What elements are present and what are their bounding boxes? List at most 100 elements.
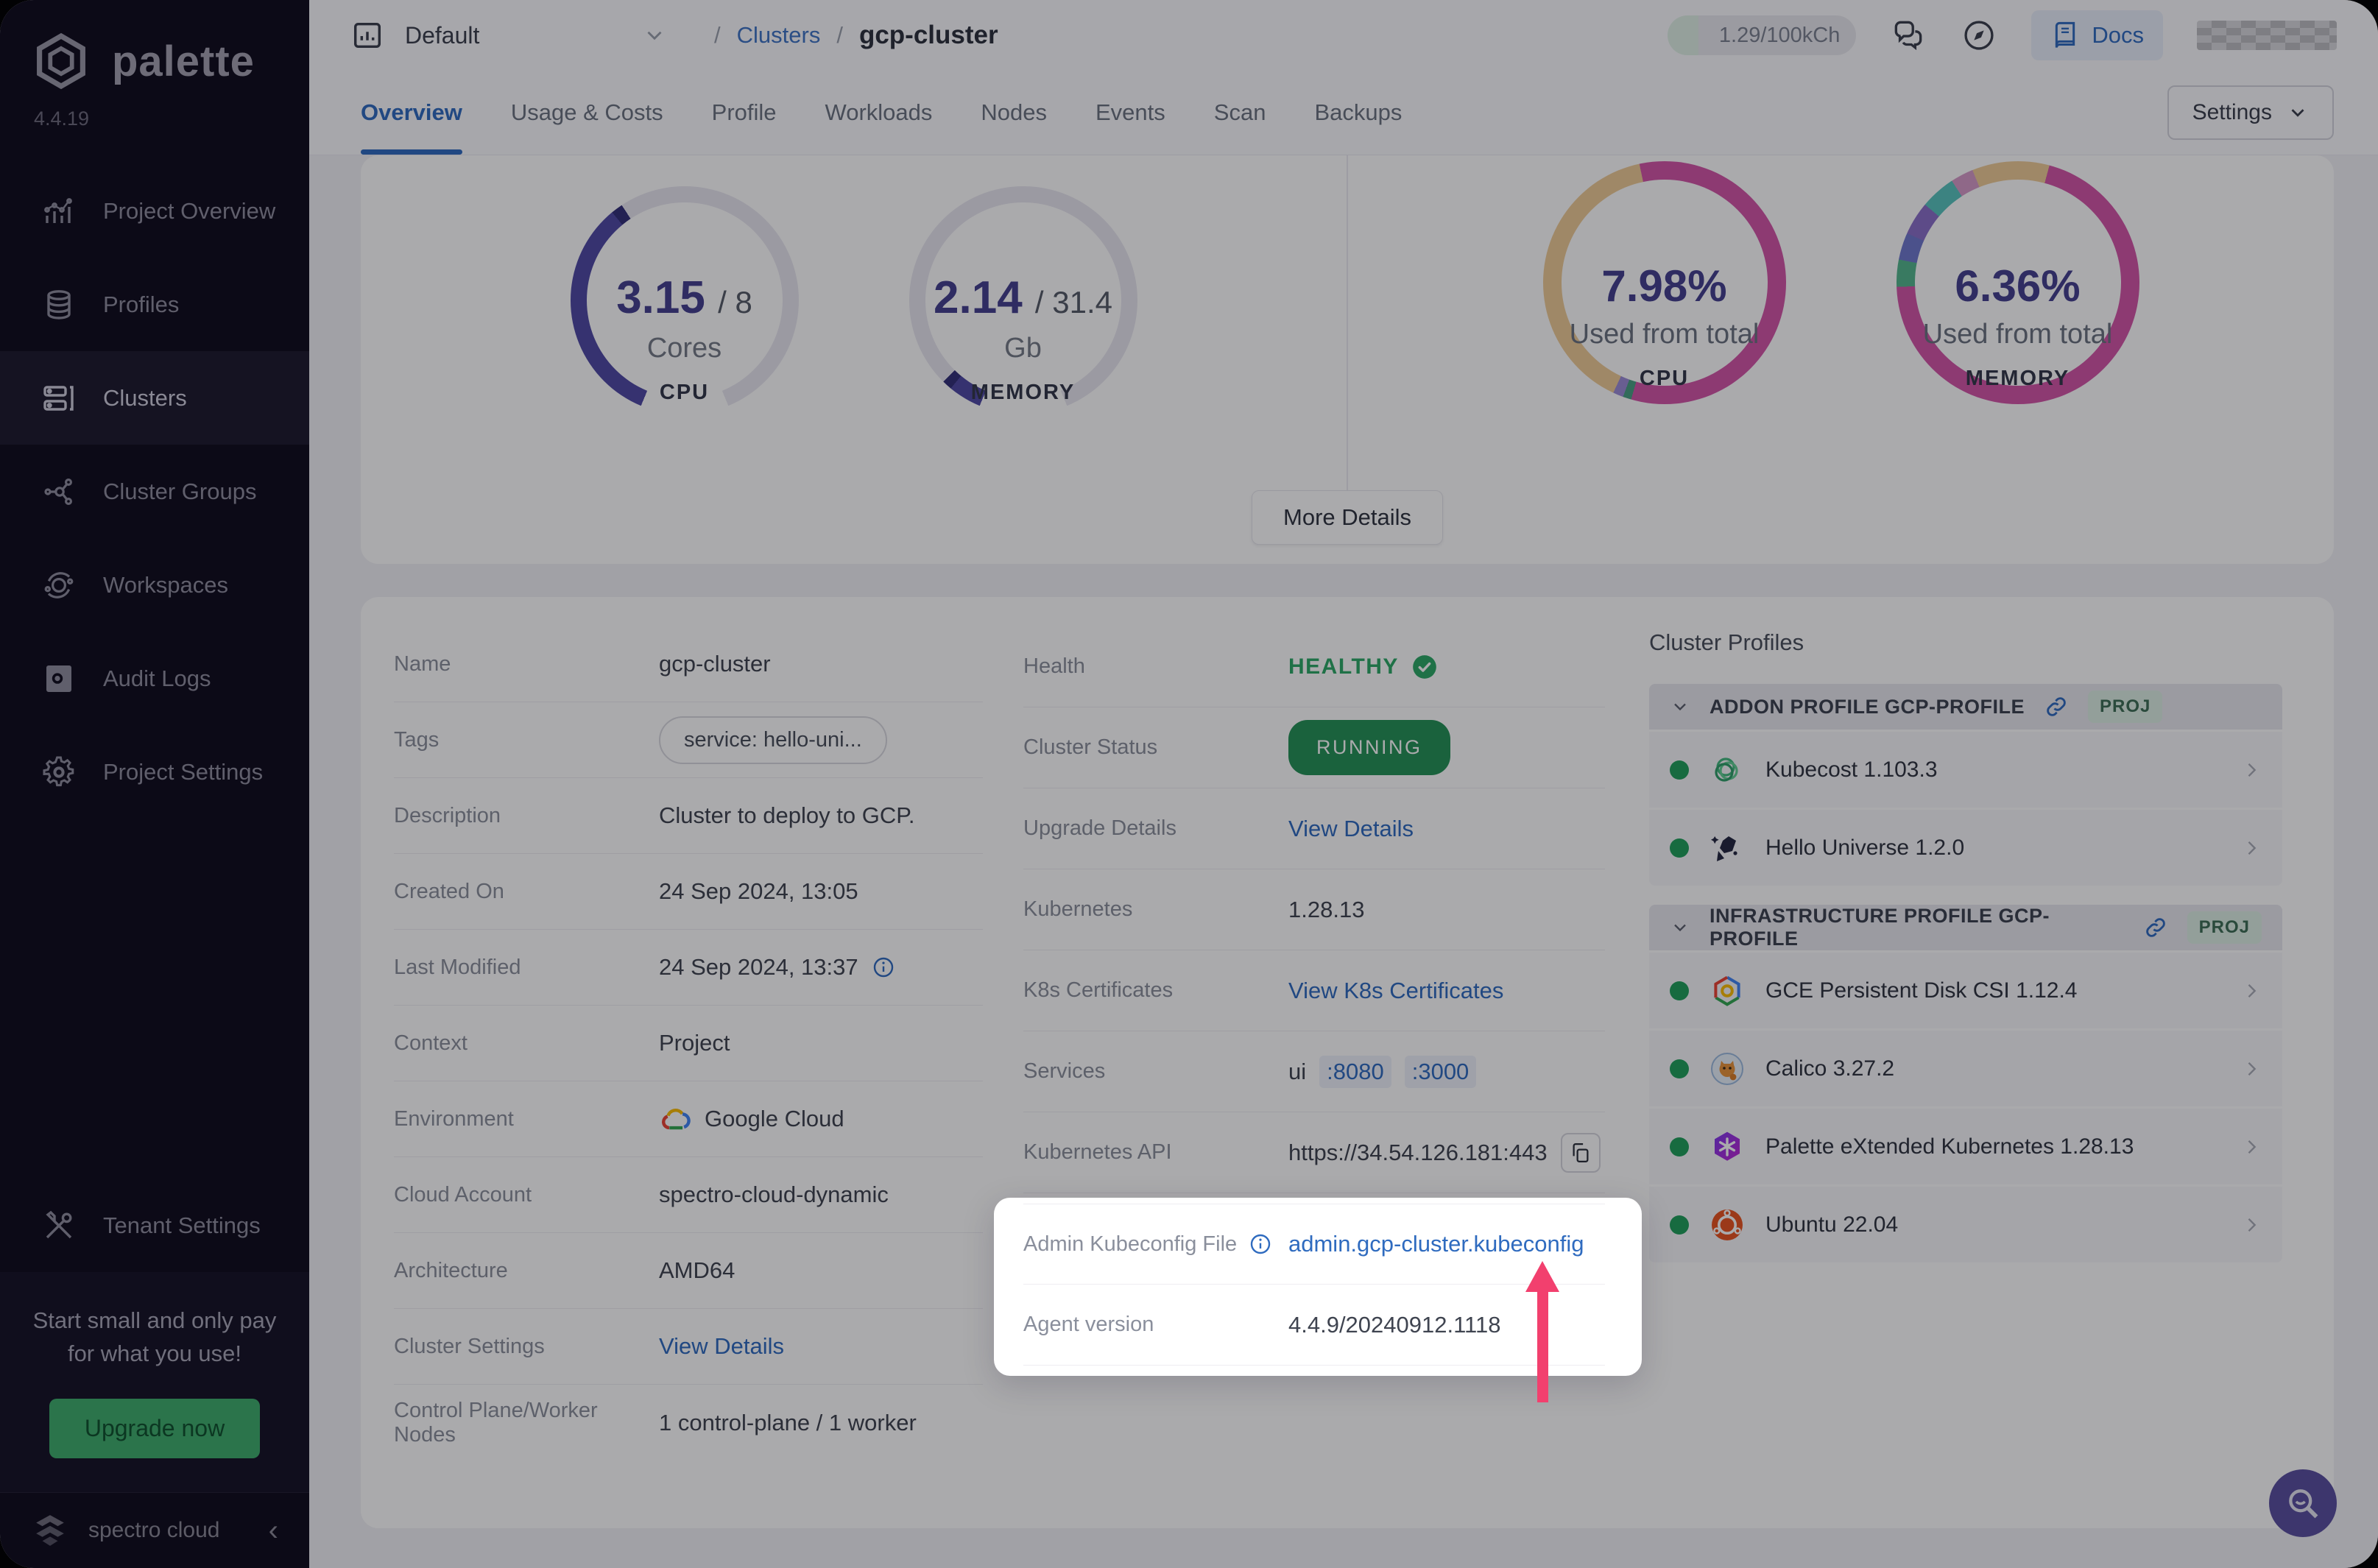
detail-value[interactable]: View Details (659, 1333, 784, 1360)
brand-name: palette (112, 37, 255, 86)
docs-button[interactable]: Docs (2031, 10, 2163, 60)
cpu-donut-caption: Used from total (1570, 319, 1760, 350)
tabs-bar: Overview Usage & Costs Profile Workloads Nod… (309, 71, 2378, 155)
footer-brand: spectro cloud (88, 1518, 219, 1543)
cpu-donut-label: CPU (1640, 367, 1689, 391)
sidebar-item-label: Project Settings (103, 759, 263, 785)
service-port-link[interactable]: :3000 (1405, 1056, 1477, 1088)
user-account-redacted[interactable] (2197, 21, 2337, 50)
profile-pack-row-kubecost-1-103-3[interactable]: Kubecost 1.103.3 (1649, 732, 2282, 808)
cpu-donut-text: 7.98% Used from total CPU (1543, 161, 1786, 490)
tab-nodes[interactable]: Nodes (981, 71, 1047, 155)
breadcrumb-clusters-link[interactable]: Clusters (737, 22, 821, 49)
sidebar-item-label: Clusters (103, 385, 187, 412)
check-circle-icon (1411, 653, 1439, 681)
detail-value: Project (659, 1030, 730, 1056)
detail-label: Kubernetes (1023, 897, 1132, 922)
detail-row-kubernetes: Kubernetes1.28.13 (1023, 869, 1605, 950)
promo-text: Start small and only pay for what you us… (25, 1304, 284, 1371)
pack-name: Hello Universe 1.2.0 (1765, 836, 1964, 861)
chevron-right-icon (2241, 981, 2262, 1001)
sidebar-item-audit-logs[interactable]: Audit Logs (0, 632, 309, 725)
tab-workloads[interactable]: Workloads (825, 71, 933, 155)
copy-button[interactable] (1561, 1133, 1601, 1173)
breadcrumb-separator: / (836, 22, 843, 49)
status-dot (1670, 1059, 1689, 1078)
usage-meter[interactable]: 1.29/100kCh (1668, 15, 1856, 55)
memory-used: 2.14 (934, 272, 1023, 323)
tab-overview[interactable]: Overview (361, 71, 462, 155)
profile-section-header[interactable]: INFRASTRUCTURE PROFILE GCP-PROFILEPROJ (1649, 905, 2282, 950)
tag-pill: service: hello-uni... (659, 716, 887, 764)
tab-profile[interactable]: Profile (712, 71, 777, 155)
palette-logo-icon (29, 29, 93, 93)
settings-label: Settings (2192, 100, 2272, 125)
cpu-used: 3.15 (616, 272, 705, 323)
sidebar-item-project-overview[interactable]: Project Overview (0, 164, 309, 258)
sidebar-bottom: Tenant Settings Start small and only pay… (0, 1179, 309, 1568)
more-details-button[interactable]: More Details (1252, 490, 1443, 545)
search-fab[interactable] (2269, 1469, 2337, 1537)
profile-pack-row-gce-persistent-disk-csi-1-12-4[interactable]: GCE Persistent Disk CSI 1.12.4 (1649, 953, 2282, 1028)
detail-row-tags: Tagsservice: hello-uni... (394, 702, 983, 778)
detail-value: gcp-cluster (659, 651, 771, 677)
service-port-link[interactable]: :8080 (1319, 1056, 1391, 1088)
gcloud-icon (659, 1103, 691, 1135)
memory-label: MEMORY (971, 381, 1075, 405)
chat-icon[interactable] (1890, 17, 1927, 54)
detail-row-health: HealthHEALTHY (1023, 626, 1605, 707)
tab-events[interactable]: Events (1095, 71, 1165, 155)
link-icon (2143, 915, 2168, 940)
profile-pack-row-palette-extended-kubernetes-1-28-13[interactable]: Palette eXtended Kubernetes 1.28.13 (1649, 1109, 2282, 1184)
topbar-right: 1.29/100kCh Docs (1668, 10, 2337, 60)
detail-row-created-on: Created On24 Sep 2024, 13:05 (394, 854, 983, 930)
sidebar-item-tenant-settings[interactable]: Tenant Settings (0, 1179, 309, 1272)
project-selector[interactable]: Default (350, 18, 667, 52)
memory-gauge-text: 2.14 / 31.4 Gb MEMORY (909, 186, 1137, 490)
sidebar-item-clusters[interactable]: Clusters (0, 351, 309, 445)
detail-row-kubernetes-api: Kubernetes APIhttps://34.54.126.181:443 (1023, 1112, 1605, 1193)
usage-overview-card: 3.15 / 8 Cores CPU 2.14 / 31.4 Gb MEMORY (361, 155, 2334, 564)
content-area: 3.15 / 8 Cores CPU 2.14 / 31.4 Gb MEMORY (309, 155, 2378, 1568)
profile-pack-row-hello-universe-1-2-0[interactable]: Hello Universe 1.2.0 (1649, 810, 2282, 886)
tab-usage-costs[interactable]: Usage & Costs (511, 71, 663, 155)
sidebar-item-profiles[interactable]: Profiles (0, 258, 309, 351)
sidebar-item-label: Audit Logs (103, 665, 211, 692)
topbar: Default / Clusters / gcp-cluster 1.29/10… (309, 0, 2378, 71)
profile-pack-row-ubuntu-22-04[interactable]: Ubuntu 22.04 (1649, 1187, 2282, 1262)
status-dot (1670, 1215, 1689, 1235)
tabs: Overview Usage & Costs Profile Workloads Nod… (361, 71, 1402, 155)
settings-button[interactable]: Settings (2167, 85, 2334, 140)
workspaces-icon (41, 568, 77, 603)
profile-pack-row-calico-3-27-2[interactable]: Calico 3.27.2 (1649, 1031, 2282, 1106)
profiles-icon (41, 287, 77, 322)
sidebar-item-label: Tenant Settings (103, 1212, 261, 1239)
collapse-sidebar-icon[interactable]: ‹ (269, 1514, 278, 1547)
detail-value[interactable]: admin.gcp-cluster.kubeconfig (1288, 1231, 1584, 1257)
detail-value[interactable]: View K8s Certificates (1288, 978, 1503, 1004)
upgrade-now-button[interactable]: Upgrade now (49, 1399, 260, 1458)
detail-row-cluster-settings: Cluster SettingsView Details (394, 1309, 983, 1385)
detail-label: Agent version (1023, 1313, 1154, 1337)
detail-row-admin-kubeconfig-file: Admin Kubeconfig File admin.gcp-cluster.k… (1023, 1204, 1605, 1285)
main-area: Default / Clusters / gcp-cluster 1.29/10… (309, 0, 2378, 1568)
sidebar-item-project-settings[interactable]: Project Settings (0, 725, 309, 819)
scope-badge: PROJ (2088, 691, 2162, 723)
status-dot (1670, 981, 1689, 1000)
detail-value: Google Cloud (705, 1106, 844, 1132)
detail-row-cloud-account: Cloud Accountspectro-cloud-dynamic (394, 1157, 983, 1233)
link-icon (2044, 694, 2069, 719)
tab-backups[interactable]: Backups (1314, 71, 1402, 155)
profile-section-header[interactable]: ADDON PROFILE GCP-PROFILEPROJ (1649, 684, 2282, 730)
sidebar-item-cluster-groups[interactable]: Cluster Groups (0, 445, 309, 538)
detail-row-k8s-certificates: K8s Certificates View K8s Certificates (1023, 950, 1605, 1031)
chevron-down-icon (1670, 917, 1690, 938)
tab-scan[interactable]: Scan (1214, 71, 1266, 155)
cpu-total: 8 (735, 285, 752, 319)
detail-label: K8s Certificates (1023, 978, 1173, 1003)
compass-icon[interactable] (1961, 17, 1997, 54)
sidebar-item-workspaces[interactable]: Workspaces (0, 538, 309, 632)
detail-label: Admin Kubeconfig File (1023, 1232, 1237, 1257)
detail-value[interactable]: View Details (1288, 816, 1414, 842)
detail-row-context: ContextProject (394, 1006, 983, 1081)
